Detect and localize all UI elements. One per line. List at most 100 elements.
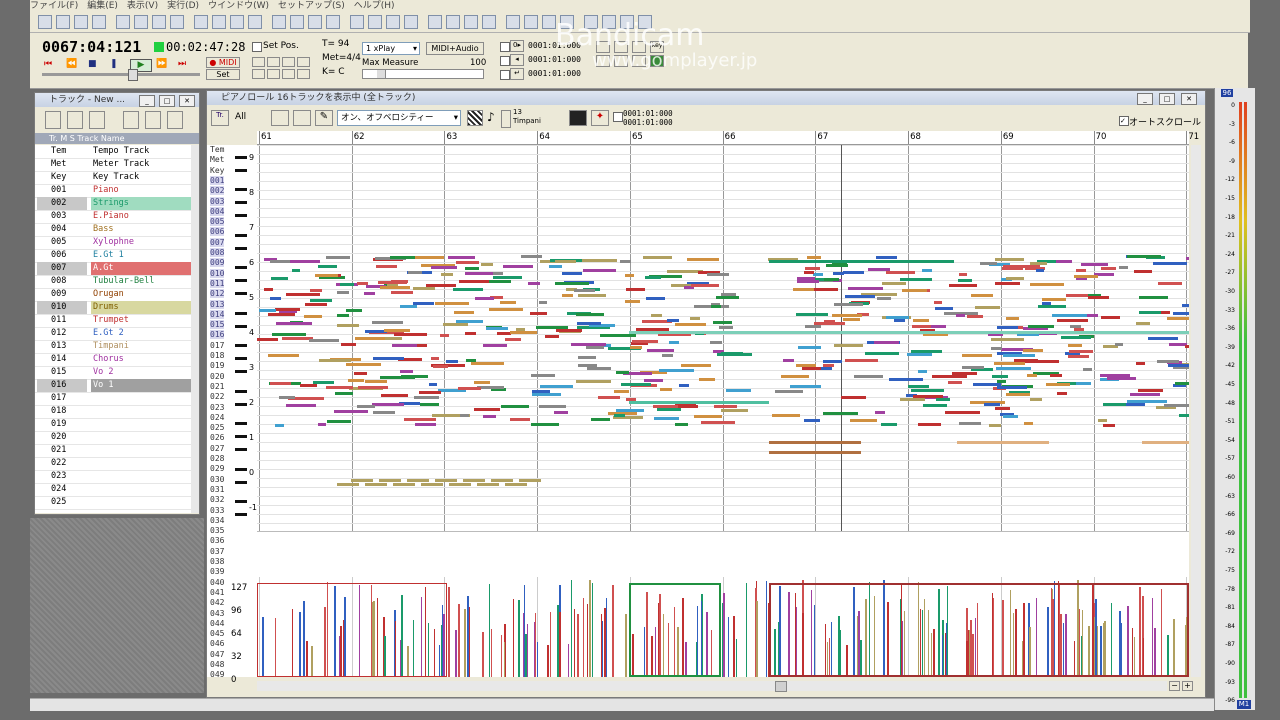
midi-note[interactable] <box>678 383 689 387</box>
set-pos-slot[interactable] <box>267 69 280 79</box>
midi-note[interactable] <box>431 266 457 270</box>
midi-note[interactable] <box>576 321 601 325</box>
midi-note[interactable] <box>519 479 541 482</box>
midi-note[interactable] <box>995 282 1021 286</box>
track-spinner[interactable] <box>501 110 511 128</box>
midi-note[interactable] <box>795 364 816 368</box>
midi-note[interactable] <box>372 402 405 406</box>
velocity-bar[interactable] <box>605 597 608 677</box>
midi-note[interactable] <box>291 268 301 272</box>
midi-note[interactable] <box>477 483 499 486</box>
fast-forward-icon[interactable]: ⏩ <box>156 59 167 69</box>
toolbar-icon[interactable] <box>230 15 244 29</box>
midi-note[interactable] <box>454 311 474 315</box>
midi-note[interactable] <box>629 401 769 404</box>
midi-note[interactable] <box>690 284 719 288</box>
midi-note[interactable] <box>561 293 574 297</box>
midi-note[interactable] <box>365 380 387 384</box>
midi-note[interactable] <box>997 380 1007 384</box>
midi-note[interactable] <box>336 313 349 317</box>
midi-note[interactable] <box>300 384 317 388</box>
midi-note[interactable] <box>771 413 801 417</box>
toolbar-icon[interactable] <box>542 15 556 29</box>
midi-note[interactable] <box>1139 295 1168 299</box>
midi-note[interactable] <box>994 407 1011 411</box>
midi-note[interactable] <box>814 287 838 291</box>
midi-note[interactable] <box>989 423 1001 427</box>
track-row[interactable]: 003 E.Piano <box>35 210 191 224</box>
set-pos-slot[interactable] <box>282 69 295 79</box>
midi-note[interactable] <box>1069 349 1093 353</box>
locator-checkbox[interactable] <box>500 70 510 80</box>
toolbar-icon[interactable] <box>308 15 322 29</box>
midi-note[interactable] <box>318 422 327 426</box>
track-row[interactable]: 004 Bass <box>35 223 191 237</box>
midi-note[interactable] <box>278 396 296 400</box>
midi-note[interactable] <box>540 385 573 389</box>
midi-note[interactable] <box>693 415 723 419</box>
midi-note[interactable] <box>721 352 743 356</box>
velocity-bar[interactable] <box>559 612 561 677</box>
midi-note[interactable] <box>781 375 809 378</box>
midi-note[interactable] <box>1163 404 1189 408</box>
midi-note[interactable] <box>415 422 436 426</box>
midi-note[interactable] <box>354 371 368 375</box>
menu-item[interactable]: 編集(E) <box>87 1 118 11</box>
midi-note[interactable] <box>1022 348 1043 352</box>
midi-note[interactable] <box>774 389 804 393</box>
velocity-bar[interactable] <box>625 613 627 677</box>
midi-note[interactable] <box>725 389 751 393</box>
midi-note[interactable] <box>707 272 729 276</box>
midi-note[interactable] <box>841 396 867 400</box>
midi-note[interactable] <box>363 292 376 296</box>
midi-note[interactable] <box>646 296 666 300</box>
play-speed-select[interactable]: 1 xPlay ▾ <box>362 42 420 55</box>
midi-note[interactable] <box>865 352 900 356</box>
midi-note[interactable] <box>431 413 460 417</box>
midi-note[interactable] <box>822 411 858 415</box>
midi-note[interactable] <box>997 386 1027 390</box>
toolbar-icon[interactable] <box>326 15 340 29</box>
velocity-bar[interactable] <box>458 603 460 677</box>
midi-note[interactable] <box>1056 392 1068 396</box>
guitar-icon[interactable]: ✦ <box>591 110 609 126</box>
toolbar-icon[interactable] <box>170 15 184 29</box>
midi-note[interactable] <box>1003 354 1035 358</box>
midi-note[interactable] <box>881 422 898 426</box>
midi-note[interactable] <box>901 288 928 292</box>
midi-note[interactable] <box>258 308 276 312</box>
midi-note[interactable] <box>346 309 363 313</box>
midi-note[interactable] <box>797 346 821 350</box>
midi-note[interactable] <box>980 262 997 266</box>
set-pos-slot[interactable] <box>267 57 280 67</box>
note-grid-lower[interactable] <box>257 531 1189 578</box>
velocity-bar[interactable] <box>573 608 576 677</box>
midi-note[interactable] <box>326 255 351 259</box>
midi-note[interactable] <box>357 386 388 390</box>
midi-note[interactable] <box>530 312 548 316</box>
toolbar-icon[interactable] <box>38 15 52 29</box>
velocity-bar[interactable] <box>536 641 539 677</box>
midi-note[interactable] <box>1025 360 1060 364</box>
midi-note[interactable] <box>441 273 453 277</box>
midi-note[interactable] <box>1005 277 1024 281</box>
horizontal-scrollbar[interactable] <box>257 681 1167 692</box>
midi-note[interactable] <box>686 258 719 262</box>
track-row[interactable]: 002 Strings <box>35 197 191 211</box>
velocity-bar[interactable] <box>526 624 529 677</box>
midi-note[interactable] <box>913 318 929 322</box>
set-pos-slot[interactable] <box>252 69 265 79</box>
toolbar-icon[interactable] <box>350 15 364 29</box>
set-pos-slot[interactable] <box>297 69 310 79</box>
midi-note[interactable] <box>269 260 291 264</box>
midi-note[interactable] <box>455 260 480 264</box>
midi-note[interactable] <box>832 262 847 266</box>
midi-note[interactable] <box>876 296 891 300</box>
midi-note[interactable] <box>659 368 695 372</box>
track-row[interactable]: 008 Tubular-Bell <box>35 275 191 289</box>
midi-note[interactable] <box>643 378 664 382</box>
midi-note[interactable] <box>720 409 748 413</box>
toolbar-icon[interactable] <box>386 15 400 29</box>
forward-end-icon[interactable]: ⏭ <box>178 59 186 69</box>
track-row[interactable]: 021 <box>35 444 191 458</box>
